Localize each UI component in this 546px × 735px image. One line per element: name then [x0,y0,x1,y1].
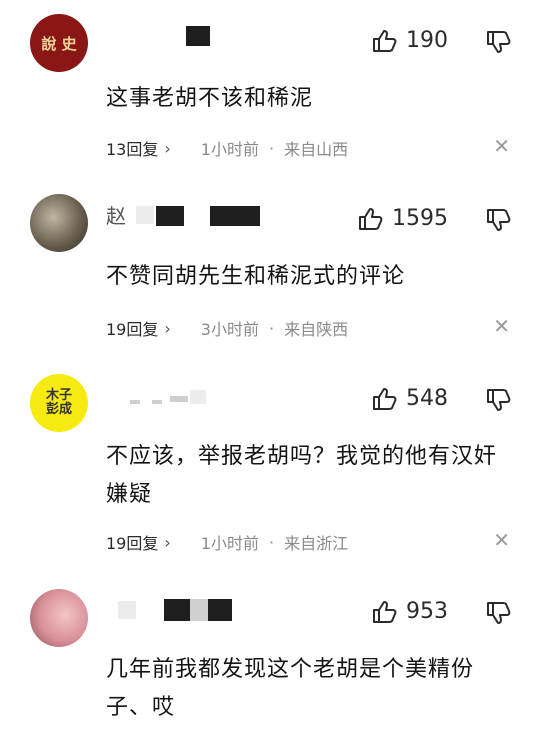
comment-item: 赵 1595 不赞同胡先生和稀泥式的评论 19回复 › 3小时前 · 来自陕西 … [0,180,546,360]
chevron-right-icon: › [164,138,171,158]
reply-label: 13回复 [106,140,159,159]
avatar[interactable]: 說 史 [30,14,88,72]
comment-text: 几年前我都发现这个老胡是个美精份子、哎 [106,657,475,720]
timestamp: 3小时前 [200,320,259,339]
separator-dot: · [268,318,275,338]
thumbs-up-icon [373,29,397,52]
dislike-button[interactable] [486,388,512,416]
reply-label: 19回复 [106,320,159,339]
reply-button[interactable]: 19回复 › [106,530,171,554]
location: 来自浙江 [284,534,349,553]
username-redacted[interactable]: 赵 [106,204,266,228]
timestamp: 1小时前 [200,534,259,553]
reply-button[interactable]: 19回复 › [106,316,171,340]
username-redacted[interactable] [130,390,210,412]
thumbs-up-icon [359,207,383,230]
avatar[interactable]: 木子 彭成 [30,374,88,432]
comment-meta: 19回复 › 1小时前 · 来自浙江 [106,530,348,554]
like-button[interactable]: 1595 [358,206,448,231]
separator-dot: · [268,138,275,158]
avatar-text: 木子 彭成 [45,388,72,417]
comment-meta: 19回复 › 3小时前 · 来自陕西 [106,316,348,340]
location: 来自陕西 [284,320,349,339]
like-button[interactable]: 548 [372,386,448,411]
close-icon[interactable]: ✕ [493,314,510,338]
thumbs-down-icon [487,389,511,411]
dislike-button[interactable] [486,208,512,236]
comment-item: 953 几年前我都发现这个老胡是个美精份子、哎 [0,585,546,735]
avatar[interactable] [30,194,88,252]
thumbs-down-icon [487,31,511,53]
like-count: 1595 [392,206,448,231]
like-count: 953 [406,599,448,624]
chevron-right-icon: › [164,318,171,338]
dislike-button[interactable] [486,30,512,58]
separator-dot: · [268,532,275,552]
comment-item: 木子 彭成 548 不应该，举报老胡吗？我觉的他有汉奸嫌疑 19回复 › 1小时… [0,360,546,585]
comment-item: 說 史 190 这事老胡不该和稀泥 13回复 › 1小时前 · 来自山西 ✕ [0,0,546,180]
reply-label: 19回复 [106,534,159,553]
avatar[interactable] [30,589,88,647]
like-button[interactable]: 190 [372,28,448,53]
chevron-right-icon: › [164,532,171,552]
like-count: 190 [406,28,448,53]
dislike-button[interactable] [486,601,512,629]
reply-button[interactable]: 13回复 › [106,136,171,160]
close-icon[interactable]: ✕ [493,528,510,552]
like-count: 548 [406,386,448,411]
like-button[interactable]: 953 [372,599,448,624]
comment-text: 不应该，举报老胡吗？我觉的他有汉奸嫌疑 [106,444,498,507]
username-redacted[interactable] [118,599,238,621]
close-icon[interactable]: ✕ [493,134,510,158]
location: 来自山西 [284,140,349,159]
comment-text: 不赞同胡先生和稀泥式的评论 [106,264,406,289]
thumbs-down-icon [487,209,511,231]
username-partial: 赵 [106,204,126,228]
avatar-text: 說 史 [41,34,77,53]
username-redacted[interactable] [186,26,216,48]
thumbs-down-icon [487,602,511,624]
thumbs-up-icon [373,600,397,623]
timestamp: 1小时前 [200,140,259,159]
comment-meta: 13回复 › 1小时前 · 来自山西 [106,136,348,160]
thumbs-up-icon [373,387,397,410]
comment-text: 这事老胡不该和稀泥 [106,86,314,111]
